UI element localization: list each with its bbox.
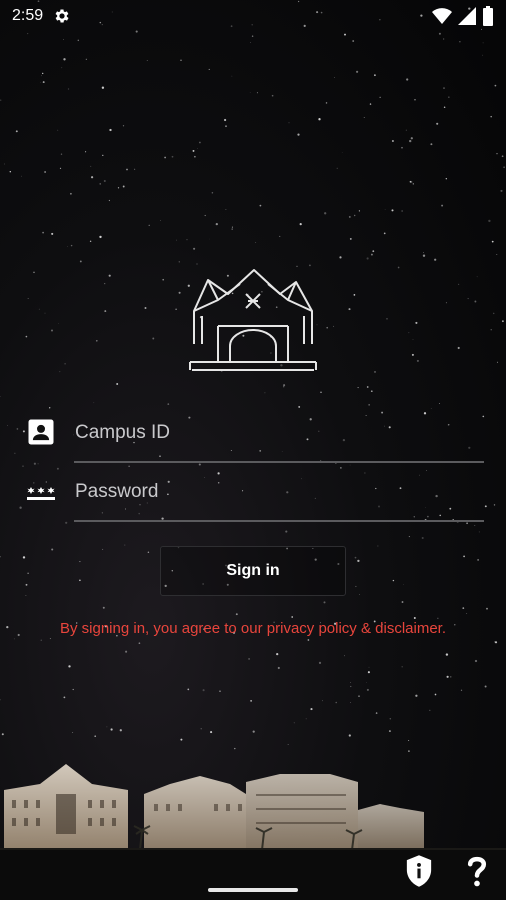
settings-gear-icon — [55, 9, 69, 23]
campus-logo — [189, 269, 317, 371]
navigation-handle[interactable] — [208, 888, 298, 892]
battery-icon — [483, 6, 493, 26]
cell-signal-icon — [458, 7, 476, 25]
shield-info-icon[interactable] — [404, 854, 434, 888]
password-input[interactable] — [74, 464, 484, 522]
wifi-icon — [432, 8, 452, 24]
password-dots-icon — [27, 487, 55, 500]
sign-in-button[interactable]: Sign in — [160, 546, 346, 596]
privacy-disclaimer-link[interactable]: By signing in, you agree to our privacy … — [0, 620, 506, 637]
status-bar: 2:59 — [0, 0, 506, 32]
help-question-icon[interactable] — [462, 854, 492, 888]
campus-id-input[interactable] — [74, 405, 484, 463]
status-time: 2:59 — [12, 7, 44, 24]
campus-skyline-illustration — [0, 764, 506, 860]
campus-id-field — [22, 405, 484, 463]
contact-card-icon — [28, 419, 54, 445]
password-field — [22, 464, 484, 522]
